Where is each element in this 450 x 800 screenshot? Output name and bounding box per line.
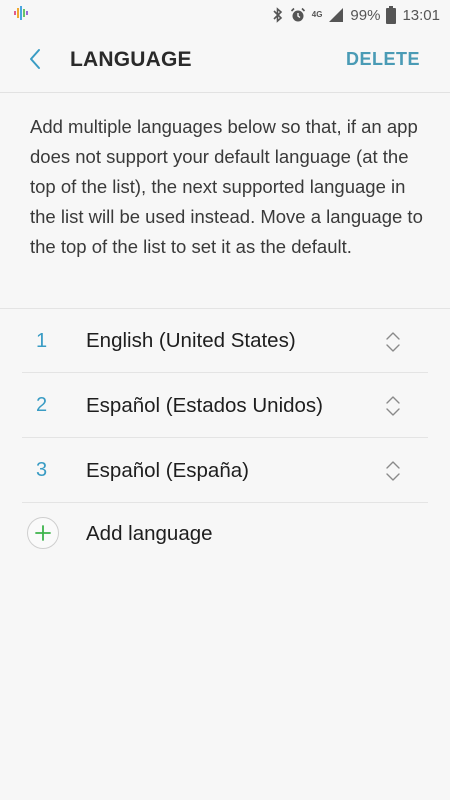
reorder-handle-icon[interactable]: [384, 458, 402, 484]
reorder-handle-icon[interactable]: [384, 329, 402, 355]
delete-button[interactable]: DELETE: [346, 49, 420, 70]
signal-icon: [328, 7, 344, 23]
language-list: 1 English (United States) 2 Español (Est…: [0, 308, 450, 565]
language-item[interactable]: 3 Español (España): [0, 438, 450, 503]
alarm-icon: [290, 7, 306, 23]
language-index: 2: [36, 394, 48, 416]
language-name: English (United States): [86, 329, 296, 352]
network-type-label: 4G: [311, 10, 323, 19]
app-bar-divider: [0, 92, 450, 93]
language-item[interactable]: 2 Español (Estados Unidos): [0, 373, 450, 438]
bluetooth-icon: [272, 7, 284, 23]
battery-icon: [386, 6, 397, 24]
language-index: 1: [36, 329, 48, 352]
app-notification-icon: [12, 4, 30, 26]
description-text: Add multiple languages below so that, if…: [30, 116, 423, 257]
language-name: Español (Estados Unidos): [86, 393, 324, 417]
plus-icon: [27, 517, 59, 549]
reorder-handle-icon[interactable]: [384, 393, 402, 419]
app-bar: LANGUAGE DELETE: [0, 30, 450, 92]
status-right: 4G 99% 13:01: [272, 6, 440, 24]
status-left: [12, 4, 30, 26]
language-index: 3: [36, 459, 48, 481]
page-title: LANGUAGE: [70, 48, 192, 71]
battery-percentage: 99%: [350, 6, 381, 24]
chevron-left-icon: [28, 48, 42, 75]
back-button[interactable]: [20, 46, 50, 76]
language-name: Español (España): [86, 458, 249, 482]
add-language-label: Add language: [86, 522, 213, 545]
language-item[interactable]: 1 English (United States): [0, 308, 450, 373]
clock: 13:01: [402, 6, 440, 24]
add-language-button[interactable]: Add language: [0, 503, 450, 565]
status-bar: 4G 99% 13:01: [0, 0, 450, 30]
